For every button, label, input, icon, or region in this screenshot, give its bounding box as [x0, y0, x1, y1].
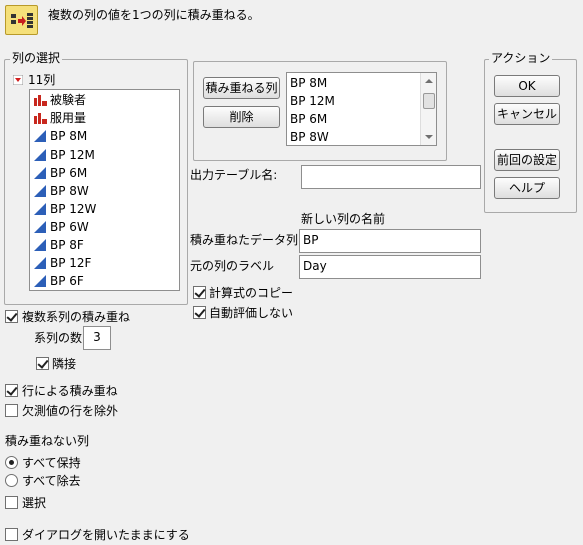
new-column-name-heading: 新しい列の名前 [301, 212, 386, 226]
instruction-text: 複数の列の値を1つの列に積み重ねる。 [48, 8, 260, 22]
multiple-series-label: 複数系列の積み重ね [22, 310, 131, 324]
scroll-thumb[interactable] [423, 93, 435, 109]
keep-dialog-open-label: ダイアログを開いたままにする [22, 528, 190, 542]
multiple-series-checkbox[interactable] [5, 310, 18, 323]
stacked-columns-list[interactable]: BP 8M BP 12M BP 6M BP 8W [286, 72, 437, 146]
keep-dialog-open-checkbox[interactable] [5, 528, 18, 541]
recall-button[interactable]: 前回の設定 [494, 149, 560, 171]
select-checkbox[interactable] [5, 496, 18, 509]
select-option[interactable]: 選択 [5, 495, 85, 511]
copy-formula-label: 計算式のコピー [209, 286, 294, 300]
output-table-name-field[interactable] [301, 165, 481, 189]
continuous-triangle-icon [34, 221, 46, 233]
drop-all-label: すべて除去 [22, 474, 81, 488]
continuous-triangle-icon [34, 167, 46, 179]
contiguous-checkbox[interactable] [36, 357, 49, 370]
copy-formula-checkbox[interactable] [193, 286, 206, 299]
continuous-triangle-icon [34, 203, 46, 215]
nominal-bar-icon [34, 113, 47, 124]
disclosure-triangle-icon[interactable] [13, 75, 23, 85]
contiguous-option[interactable]: 隣接 [36, 356, 96, 372]
no-auto-eval-option[interactable]: 自動評価しない [193, 305, 333, 321]
stacked-list-item[interactable]: BP 12M [290, 93, 335, 109]
stack-by-row-label: 行による積み重ね [22, 384, 118, 398]
series-count-field[interactable]: 3 [83, 326, 111, 350]
scroll-up-icon[interactable] [425, 78, 433, 84]
stacked-list-scrollbar[interactable] [420, 73, 436, 145]
keep-all-radio[interactable] [5, 456, 18, 469]
continuous-triangle-icon [34, 149, 46, 161]
stacked-data-column-field[interactable]: BP [299, 229, 481, 253]
continuous-triangle-icon [34, 185, 46, 197]
no-auto-eval-checkbox[interactable] [193, 306, 206, 319]
stack-columns-icon [5, 5, 38, 35]
source-label-column-field[interactable]: Day [299, 255, 481, 279]
keep-dialog-open-option[interactable]: ダイアログを開いたままにする [5, 527, 225, 543]
contiguous-label: 隣接 [52, 357, 77, 371]
stacked-data-column-label: 積み重ねたデータ列 [190, 233, 299, 247]
stacked-list-item[interactable]: BP 6M [290, 111, 327, 127]
select-label: 選択 [22, 496, 47, 510]
actions-title: アクション [489, 50, 553, 66]
series-count-label: 系列の数 [34, 331, 83, 345]
stack-columns-button[interactable]: 積み重ねる列 [203, 77, 280, 99]
stack-by-row-checkbox[interactable] [5, 384, 18, 397]
help-button[interactable]: ヘルプ [494, 177, 560, 199]
copy-formula-option[interactable]: 計算式のコピー [193, 285, 333, 301]
nominal-bar-icon [34, 95, 47, 106]
continuous-triangle-icon [34, 275, 46, 287]
continuous-triangle-icon [34, 130, 46, 142]
source-label-column-label: 元の列のラベル [190, 259, 275, 273]
column-count-toggle[interactable]: 11列 [13, 72, 133, 88]
no-auto-eval-label: 自動評価しない [209, 306, 294, 320]
ok-button[interactable]: OK [494, 75, 560, 97]
drop-missing-option[interactable]: 欠測値の行を除外 [5, 403, 155, 419]
continuous-triangle-icon [34, 257, 46, 269]
output-table-name-label: 出力テーブル名: [190, 168, 278, 182]
drop-all-radio[interactable] [5, 474, 18, 487]
continuous-triangle-icon [34, 239, 46, 251]
drop-all-option[interactable]: すべて除去 [5, 473, 125, 489]
multiple-series-option[interactable]: 複数系列の積み重ね [5, 309, 165, 325]
column-select-title: 列の選択 [10, 50, 63, 66]
remove-button[interactable]: 削除 [203, 106, 280, 128]
cancel-button[interactable]: キャンセル [494, 103, 560, 125]
keep-all-label: すべて保持 [22, 456, 81, 470]
column-list[interactable]: 被験者 服用量 BP 8M BP 12M BP 6M BP 8W BP 12W … [29, 89, 180, 291]
column-count-label: 11列 [28, 73, 56, 87]
stack-by-row-option[interactable]: 行による積み重ね [5, 383, 155, 399]
keep-all-option[interactable]: すべて保持 [5, 455, 125, 471]
drop-missing-label: 欠測値の行を除外 [22, 404, 119, 418]
stacked-list-item[interactable]: BP 8M [290, 75, 327, 91]
drop-missing-checkbox[interactable] [5, 404, 18, 417]
stacked-list-item[interactable]: BP 8W [290, 129, 329, 145]
non-stacked-heading: 積み重ねない列 [5, 434, 90, 448]
scroll-down-icon[interactable] [425, 134, 433, 140]
